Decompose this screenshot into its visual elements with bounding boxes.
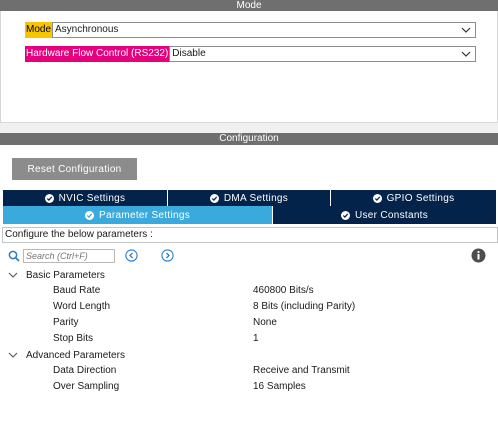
tab-label: User Constants bbox=[354, 209, 429, 221]
tab-label: GPIO Settings bbox=[386, 192, 455, 204]
search-icon bbox=[8, 250, 20, 262]
check-circle-icon bbox=[340, 210, 350, 220]
arrow-right-circle-icon[interactable] bbox=[161, 249, 174, 262]
flow-control-select-value: Disable bbox=[172, 48, 206, 59]
configuration-section-header: Configuration bbox=[0, 133, 498, 145]
param-name-parity[interactable]: Parity bbox=[53, 316, 79, 330]
flow-control-select[interactable]: Disable bbox=[169, 46, 476, 62]
mode-select[interactable]: Asynchronous bbox=[52, 22, 476, 38]
group-basic-parameters[interactable]: Basic Parameters bbox=[8, 268, 105, 282]
tab-label: Parameter Settings bbox=[99, 209, 190, 221]
param-name-stop-bits[interactable]: Stop Bits bbox=[53, 332, 93, 346]
tab-label: DMA Settings bbox=[223, 192, 289, 204]
chevron-down-icon[interactable] bbox=[461, 26, 471, 34]
param-value-over-sampling[interactable]: 16 Samples bbox=[253, 380, 306, 394]
tab-label: NVIC Settings bbox=[58, 192, 126, 204]
tab-user-constants[interactable]: User Constants bbox=[273, 206, 496, 224]
tab-nvic-settings[interactable]: NVIC Settings bbox=[3, 190, 167, 206]
param-value-stop-bits[interactable]: 1 bbox=[253, 332, 259, 346]
flow-control-row: Hardware Flow Control (RS232) Disable bbox=[25, 46, 476, 62]
param-name-over-sampling[interactable]: Over Sampling bbox=[53, 380, 119, 394]
check-circle-icon bbox=[372, 193, 382, 203]
tab-dma-settings[interactable]: DMA Settings bbox=[168, 190, 330, 206]
param-value-word-length[interactable]: 8 Bits (including Parity) bbox=[253, 300, 355, 314]
param-value-baud-rate[interactable]: 460800 Bits/s bbox=[253, 284, 314, 298]
flow-control-label: Hardware Flow Control (RS232) bbox=[25, 46, 170, 62]
param-name-data-direction[interactable]: Data Direction bbox=[53, 364, 116, 378]
arrow-left-circle-icon[interactable] bbox=[125, 249, 138, 262]
tab-gpio-settings[interactable]: GPIO Settings bbox=[331, 190, 496, 206]
param-value-parity[interactable]: None bbox=[253, 316, 277, 330]
reset-configuration-button[interactable]: Reset Configuration bbox=[12, 158, 137, 180]
mode-select-value: Asynchronous bbox=[55, 24, 119, 35]
param-name-word-length[interactable]: Word Length bbox=[53, 300, 110, 314]
search-input[interactable] bbox=[23, 249, 115, 263]
tab-parameter-settings[interactable]: Parameter Settings bbox=[3, 206, 272, 224]
group-label: Basic Parameters bbox=[26, 269, 105, 281]
check-circle-icon bbox=[44, 193, 54, 203]
section-divider[interactable] bbox=[0, 122, 498, 133]
mode-row: Mode Asynchronous bbox=[25, 22, 476, 38]
group-advanced-parameters[interactable]: Advanced Parameters bbox=[8, 348, 125, 362]
check-circle-icon bbox=[85, 210, 94, 220]
expand-chevron-icon[interactable] bbox=[8, 352, 18, 359]
expand-chevron-icon[interactable] bbox=[8, 272, 18, 279]
mode-section-header: Mode bbox=[0, 0, 498, 11]
group-label: Advanced Parameters bbox=[26, 349, 125, 361]
parameters-caption: Configure the below parameters : bbox=[2, 227, 498, 243]
info-icon[interactable] bbox=[471, 248, 486, 263]
param-name-baud-rate[interactable]: Baud Rate bbox=[53, 284, 100, 298]
check-circle-icon bbox=[209, 193, 219, 203]
mode-label: Mode bbox=[25, 22, 53, 38]
param-value-data-direction[interactable]: Receive and Transmit bbox=[253, 364, 350, 378]
chevron-down-icon[interactable] bbox=[461, 50, 471, 58]
